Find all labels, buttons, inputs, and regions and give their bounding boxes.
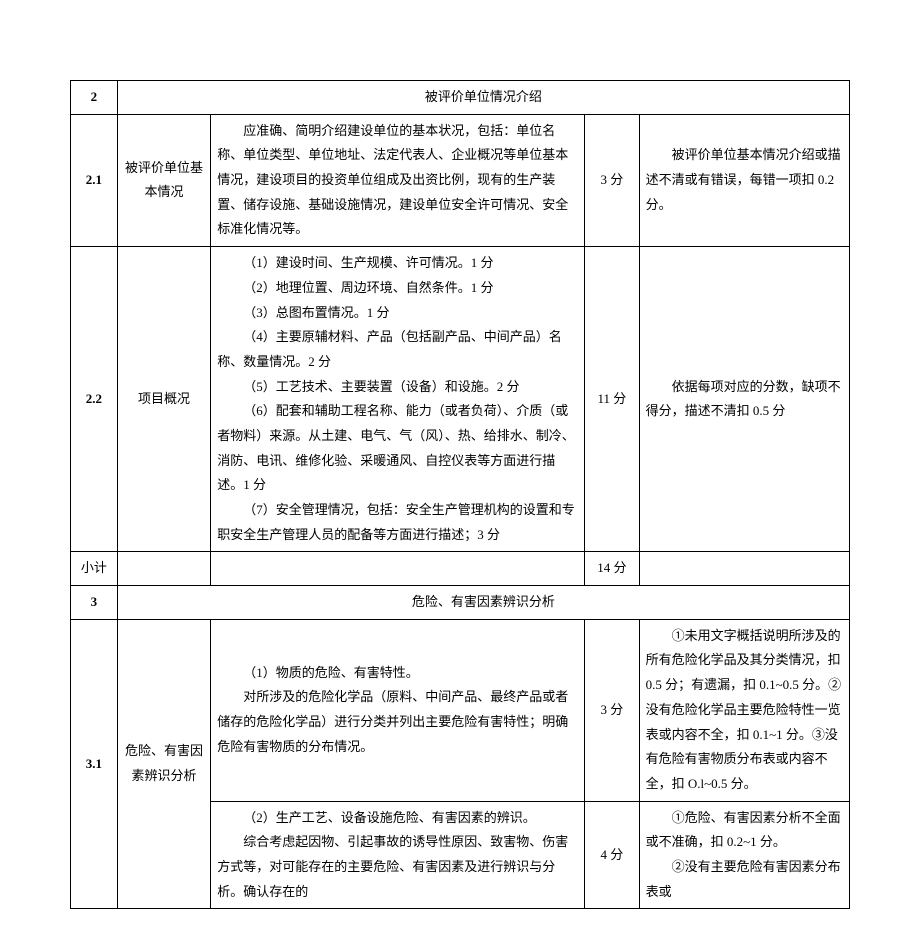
section-2-header: 2 被评价单位情况介绍	[71, 81, 850, 115]
row-2-1-score: 3 分	[585, 114, 640, 246]
row-3-1-b-score: 4 分	[585, 801, 640, 909]
subtotal-row: 小计 14 分	[71, 552, 850, 586]
subtotal-empty3	[639, 552, 849, 586]
section-2-title: 被评价单位情况介绍	[117, 81, 849, 115]
row-2-1-note: 被评价单位基本情况介绍或描述不清或有错误，每错一项扣 0.2 分。	[639, 114, 849, 246]
subtotal-score: 14 分	[585, 552, 640, 586]
row-2-1-desc: 应准确、简明介绍建设单位的基本状况，包括：单位名称、单位类型、单位地址、法定代表…	[211, 114, 585, 246]
section-3-header: 3 危险、有害因素辨识分析	[71, 586, 850, 620]
row-2-2: 2.2 项目概况 （1）建设时间、生产规模、许可情况。1 分 （2）地理位置、周…	[71, 247, 850, 552]
row-2-1-number: 2.1	[71, 114, 118, 246]
section-3-number: 3	[71, 586, 118, 620]
row-3-1-b-note: ①危险、有害因素分析不全面或不准确，扣 0.2~1 分。 ②没有主要危险有害因素…	[639, 801, 849, 909]
row-2-1-item: 被评价单位基本情况	[117, 114, 210, 246]
row-2-2-number: 2.2	[71, 247, 118, 552]
subtotal-empty2	[211, 552, 585, 586]
row-3-1-number: 3.1	[71, 619, 118, 909]
subtotal-empty1	[117, 552, 210, 586]
evaluation-criteria-table: 2 被评价单位情况介绍 2.1 被评价单位基本情况 应准确、简明介绍建设单位的基…	[70, 80, 850, 909]
row-2-2-item: 项目概况	[117, 247, 210, 552]
row-2-2-score: 11 分	[585, 247, 640, 552]
row-3-1-a-score: 3 分	[585, 619, 640, 801]
row-3-1-a-desc: （1）物质的危险、有害特性。 对所涉及的危险化学品（原料、中间产品、最终产品或者…	[211, 619, 585, 801]
subtotal-label: 小计	[71, 552, 118, 586]
row-3-1-item: 危险、有害因素辨识分析	[117, 619, 210, 909]
row-3-1-a-note: ①未用文字概括说明所涉及的所有危险化学品及其分类情况，扣 0.5 分；有遗漏，扣…	[639, 619, 849, 801]
row-3-1-b-desc: （2）生产工艺、设备设施危险、有害因素的辨识。 综合考虑起因物、引起事故的诱导性…	[211, 801, 585, 909]
row-2-1: 2.1 被评价单位基本情况 应准确、简明介绍建设单位的基本状况，包括：单位名称、…	[71, 114, 850, 246]
row-2-2-desc: （1）建设时间、生产规模、许可情况。1 分 （2）地理位置、周边环境、自然条件。…	[211, 247, 585, 552]
row-2-2-note: 依据每项对应的分数，缺项不得分，描述不清扣 0.5 分	[639, 247, 849, 552]
section-2-number: 2	[71, 81, 118, 115]
row-3-1-a: 3.1 危险、有害因素辨识分析 （1）物质的危险、有害特性。 对所涉及的危险化学…	[71, 619, 850, 801]
section-3-title: 危险、有害因素辨识分析	[117, 586, 849, 620]
